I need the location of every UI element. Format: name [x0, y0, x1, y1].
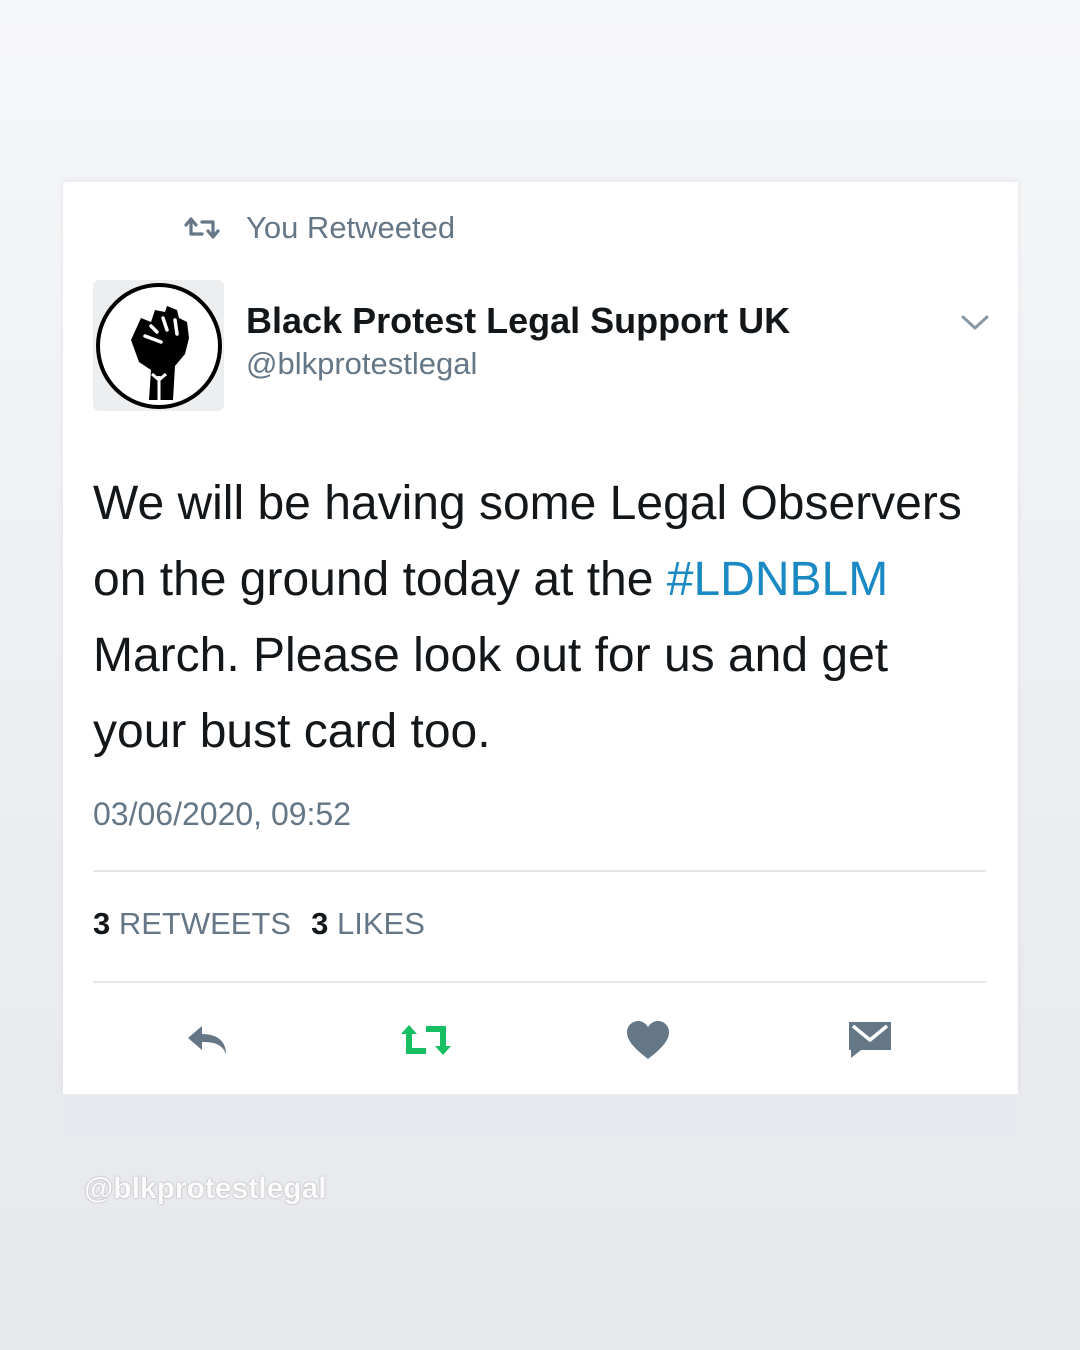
divider [93, 981, 986, 983]
like-button[interactable] [618, 1012, 678, 1068]
watermark-handle: @blkprotestlegal [84, 1172, 327, 1205]
retweeted-context: You Retweeted [182, 208, 455, 248]
heart-icon [627, 1021, 669, 1059]
retweet-icon [182, 216, 222, 240]
envelope-icon [849, 1022, 891, 1058]
likes-stat[interactable]: 3 LIKES [311, 906, 425, 942]
message-button[interactable] [840, 1012, 900, 1068]
tweet-text-part2: March. Please look out for us and get yo… [93, 629, 889, 758]
tweet-text: We will be having some Legal Observers o… [93, 466, 983, 770]
tweet-stats: 3 RETWEETS 3 LIKES [93, 906, 425, 942]
retweets-count: 3 [93, 906, 111, 941]
avatar[interactable] [93, 280, 224, 411]
raised-fist-icon [95, 282, 222, 409]
retweets-label: RETWEETS [118, 906, 292, 941]
retweets-stat[interactable]: 3 RETWEETS [93, 906, 291, 942]
hashtag-link[interactable]: #LDNBLM [667, 553, 888, 606]
chevron-down-icon[interactable] [960, 312, 990, 334]
author-handle[interactable]: @blkprotestlegal [246, 346, 477, 382]
reply-button[interactable] [177, 1012, 237, 1068]
tweet-timestamp: 03/06/2020, 09:52 [93, 796, 352, 832]
author-name[interactable]: Black Protest Legal Support UK [246, 300, 790, 342]
retweet-icon [401, 1025, 451, 1055]
likes-count: 3 [311, 906, 329, 941]
card-footer-strip [63, 1094, 1018, 1136]
likes-label: LIKES [336, 906, 425, 941]
reply-icon [188, 1026, 226, 1054]
divider [93, 870, 986, 872]
retweet-button[interactable] [396, 1012, 456, 1068]
retweeted-label: You Retweeted [246, 210, 456, 245]
